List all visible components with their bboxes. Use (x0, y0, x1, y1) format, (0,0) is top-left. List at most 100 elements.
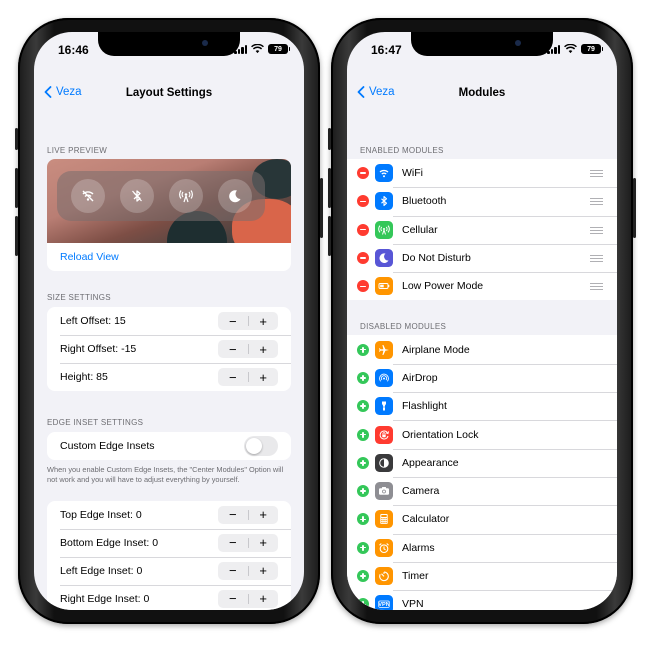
wifi-status-icon (564, 44, 577, 54)
module-label: Calculator (402, 513, 450, 526)
volume-down-button (328, 216, 331, 256)
module-label: Flashlight (402, 400, 447, 413)
right-edge-inset-stepper: − + (218, 589, 278, 608)
vpn-icon: VPN (375, 595, 393, 610)
live-preview-header: LIVE PREVIEW (47, 146, 108, 155)
decrement-button[interactable]: − (218, 506, 248, 524)
bottom-edge-inset-row: Bottom Edge Inset: 0 − + (47, 528, 291, 557)
screen: 16:46 79 Veza Layout Settings LIVE PREVI… (34, 32, 304, 610)
mute-switch (15, 128, 18, 150)
module-row-do-not-disturb[interactable]: Do Not Disturb (347, 243, 617, 272)
height-stepper: − + (218, 368, 278, 386)
increment-button[interactable]: + (248, 340, 278, 358)
reorder-handle-icon[interactable] (590, 198, 603, 206)
module-label: Do Not Disturb (402, 252, 471, 265)
increment-button[interactable]: + (248, 562, 278, 580)
volume-down-button (15, 216, 18, 256)
battery-icon: 79 (581, 44, 603, 54)
left-offset-row: Left Offset: 15 − + (47, 307, 291, 335)
decrement-button[interactable]: − (218, 340, 248, 358)
increment-button[interactable]: + (248, 506, 278, 524)
decrement-button[interactable]: − (218, 562, 248, 580)
add-module-button[interactable] (357, 456, 369, 469)
decrement-button[interactable]: − (218, 590, 248, 608)
right-edge-inset-row: Right Edge Inset: 0 − + (47, 584, 291, 610)
phone-layout-settings: 16:46 79 Veza Layout Settings LIVE PREVI… (15, 18, 323, 624)
module-row-airdrop[interactable]: AirDrop (347, 363, 617, 392)
custom-edge-insets-toggle[interactable] (244, 436, 278, 456)
reorder-handle-icon[interactable] (590, 283, 603, 291)
module-row-timer[interactable]: Timer (347, 561, 617, 590)
module-row-bluetooth[interactable]: Bluetooth (347, 187, 617, 215)
reorder-handle-icon[interactable] (590, 254, 603, 262)
remove-module-button[interactable] (357, 252, 369, 265)
front-camera (515, 40, 521, 46)
module-label: Alarms (402, 541, 435, 554)
screenshot-stage: 16:46 79 Veza Layout Settings LIVE PREVI… (0, 0, 650, 650)
module-row-orientation-lock[interactable]: Orientation Lock (347, 420, 617, 448)
height-row: Height: 85 − + (47, 363, 291, 391)
add-module-button[interactable] (357, 428, 369, 441)
reorder-handle-icon[interactable] (590, 170, 603, 177)
add-module-button[interactable] (357, 598, 369, 610)
remove-module-button[interactable] (357, 195, 369, 208)
left-offset-label: Left Offset: 15 (60, 315, 126, 327)
module-row-low-power-mode[interactable]: Low Power Mode (347, 272, 617, 300)
add-module-button[interactable] (357, 343, 369, 356)
notch (98, 32, 240, 56)
add-module-button[interactable] (357, 485, 369, 498)
modules-content: ENABLED MODULES WiFi Bluetooth Cellular Do … (347, 114, 617, 610)
add-module-button[interactable] (357, 371, 369, 384)
module-label: VPN (402, 598, 424, 610)
add-module-button[interactable] (357, 400, 369, 413)
module-row-flashlight[interactable]: Flashlight (347, 392, 617, 420)
edge-inset-note: When you enable Custom Edge Insets, the … (47, 465, 284, 484)
page-title: Layout Settings (125, 87, 213, 99)
left-offset-stepper: − + (218, 312, 278, 330)
increment-button[interactable]: + (248, 590, 278, 608)
module-row-appearance[interactable]: Appearance (347, 448, 617, 477)
right-offset-row: Right Offset: -15 − + (47, 335, 291, 363)
airplane-icon (375, 340, 393, 359)
reorder-handle-icon[interactable] (590, 226, 603, 234)
increment-button[interactable]: + (248, 312, 278, 330)
height-label: Height: 85 (60, 371, 108, 383)
remove-module-button[interactable] (357, 167, 369, 180)
decrement-button[interactable]: − (218, 534, 248, 552)
edge-inset-card: Top Edge Inset: 0 − + Bottom Edge Inset: … (47, 500, 291, 610)
increment-button[interactable]: + (248, 534, 278, 552)
preview-module-bar (57, 171, 265, 221)
decrement-button[interactable]: − (218, 312, 248, 330)
appearance-icon (375, 453, 393, 472)
module-row-wifi[interactable]: WiFi (347, 159, 617, 187)
reload-view-button[interactable]: Reload View (47, 243, 291, 271)
add-module-button[interactable] (357, 570, 369, 582)
module-row-alarms[interactable]: Alarms (347, 533, 617, 562)
add-module-button[interactable] (357, 541, 369, 554)
disabled-modules-header: DISABLED MODULES (360, 322, 447, 332)
camera-icon (375, 482, 393, 501)
module-row-calculator[interactable]: Calculator (347, 505, 617, 533)
disabled-modules-list: Airplane Mode AirDrop Flashlight Orientatio… (347, 335, 617, 610)
module-row-cellular[interactable]: Cellular (347, 215, 617, 244)
battery-level: 79 (274, 45, 282, 53)
decrement-button[interactable]: − (218, 368, 248, 386)
remove-module-button[interactable] (357, 280, 369, 293)
top-edge-inset-stepper: − + (218, 505, 278, 524)
status-time: 16:46 (58, 43, 89, 57)
edge-inset-header: EDGE INSET SETTINGS (47, 418, 144, 427)
module-row-camera[interactable]: Camera (347, 476, 617, 505)
airdrop-icon (375, 368, 393, 387)
live-preview-image (47, 159, 291, 243)
power-button (633, 178, 636, 238)
module-row-vpn[interactable]: VPN VPN (347, 590, 617, 610)
remove-module-button[interactable] (357, 223, 369, 236)
moon-icon (375, 249, 393, 268)
timer-icon (375, 567, 393, 585)
alarm-icon (375, 538, 393, 557)
bottom-edge-inset-label: Bottom Edge Inset: 0 (60, 536, 159, 549)
custom-edge-insets-row: Custom Edge Insets (47, 432, 291, 460)
add-module-button[interactable] (357, 513, 369, 526)
module-row-airplane-mode[interactable]: Airplane Mode (347, 335, 617, 363)
increment-button[interactable]: + (248, 368, 278, 386)
